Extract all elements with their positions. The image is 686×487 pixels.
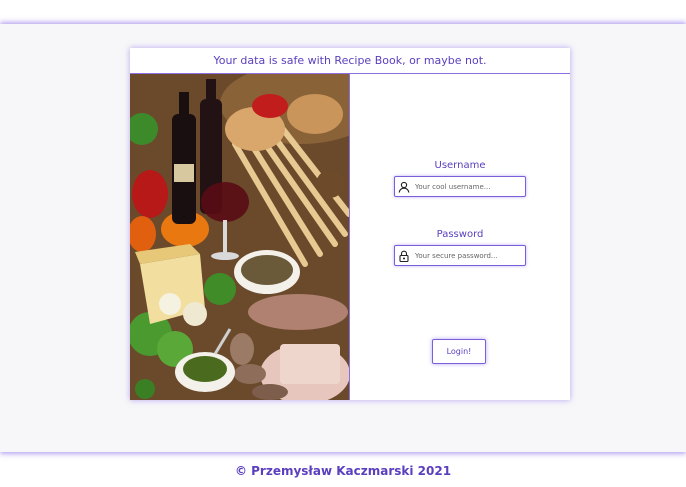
card-header: Your data is safe with Recipe Book, or m… xyxy=(130,48,570,74)
footer-copyright: © Przemysław Kaczmarski 2021 xyxy=(234,464,452,478)
password-label: Password xyxy=(436,229,484,240)
food-photo xyxy=(130,74,350,400)
password-field[interactable] xyxy=(394,245,526,266)
username-field[interactable] xyxy=(394,176,526,197)
password-input[interactable] xyxy=(413,251,523,260)
tagline: Your data is safe with Recipe Book, or m… xyxy=(213,54,487,67)
login-button[interactable]: Login! xyxy=(432,339,486,364)
login-form: Username Password Login! xyxy=(350,74,570,400)
username-input[interactable] xyxy=(413,182,523,191)
username-label: Username xyxy=(434,160,486,171)
login-card: Your data is safe with Recipe Book, or m… xyxy=(130,48,570,400)
lock-icon xyxy=(395,246,413,265)
user-icon xyxy=(395,177,413,196)
